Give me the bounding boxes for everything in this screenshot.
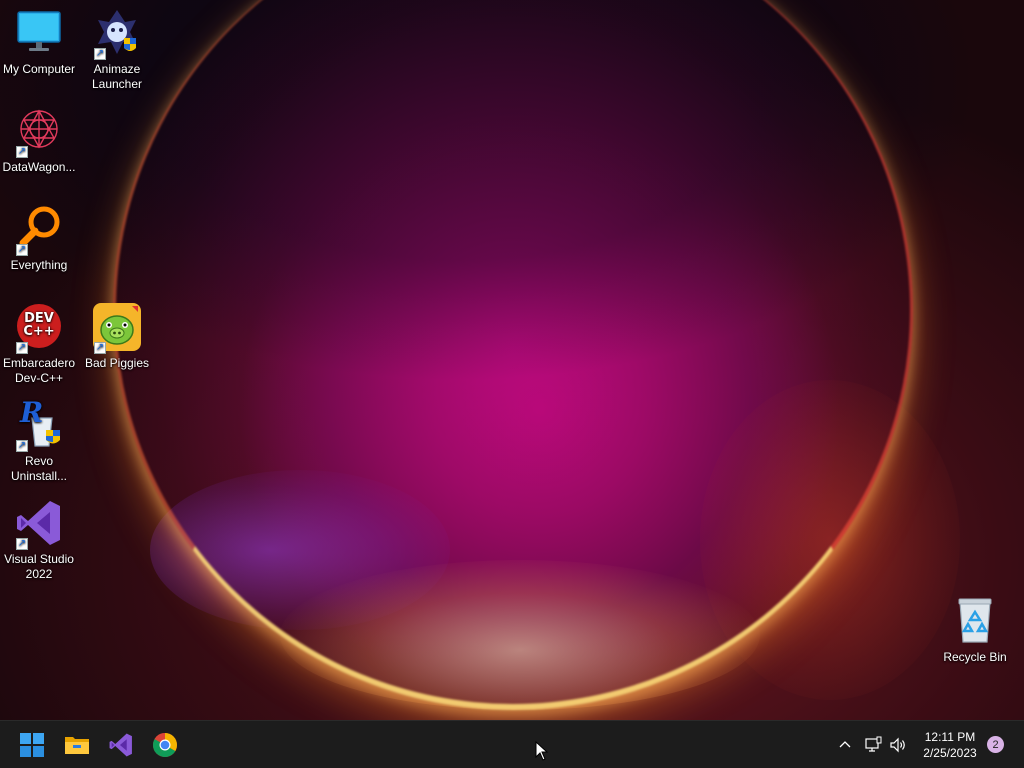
revo-badge: R <box>20 396 44 429</box>
shortcut-arrow-icon: ↗ <box>16 440 28 452</box>
recycle-bin-icon <box>950 596 1000 646</box>
shortcut-arrow-icon: ↗ <box>16 146 28 158</box>
windows-start-icon <box>20 733 44 757</box>
shortcut-arrow-icon: ↗ <box>94 342 106 354</box>
shortcut-arrow-icon: ↗ <box>16 244 28 256</box>
desktop-icon-everything[interactable]: ↗ Everything <box>0 204 78 273</box>
clock-time: 12:11 PM <box>924 730 976 744</box>
clock-date: 2/25/2023 <box>923 746 977 760</box>
network-button[interactable] <box>864 736 882 754</box>
devcpp-badge: DEV C++ <box>23 311 55 339</box>
taskbar-visual-studio-button[interactable] <box>105 729 137 761</box>
notification-badge[interactable]: 2 <box>987 736 1004 753</box>
desktop-icon-revo-uninstaller[interactable]: R ↗ Revo Uninstall... <box>0 396 78 484</box>
desktop-icon-label: Animaze Launcher <box>91 62 143 91</box>
desktop-icon-label: Recycle Bin <box>943 650 1007 664</box>
revo-uninstaller-icon: R ↗ <box>14 396 64 452</box>
volume-button[interactable] <box>889 736 907 754</box>
chevron-up-icon <box>839 741 851 748</box>
desktop-icon-label: Bad Piggies <box>84 356 150 370</box>
desktop-icon-visual-studio[interactable]: ↗ Visual Studio 2022 <box>0 498 78 582</box>
desktop-icon-label: Everything <box>10 258 68 272</box>
animaze-icon: ↗ <box>92 8 142 60</box>
desktop-icon-datawagon[interactable]: ↗ DataWagon... <box>0 106 78 175</box>
monitor-icon <box>14 8 64 58</box>
show-hidden-icons-button[interactable] <box>837 737 853 753</box>
network-icon <box>865 736 882 752</box>
desktop-icon-label: My Computer <box>2 62 76 76</box>
file-explorer-icon <box>65 737 89 754</box>
taskbar: 12:11 PM 2/25/2023 <box>0 720 1024 768</box>
desktop-icon-animaze-launcher[interactable]: ↗ Animaze Launcher <box>78 8 156 92</box>
taskbar-file-explorer-button[interactable] <box>61 729 93 761</box>
desktop-icon-bad-piggies[interactable]: ↗ Bad Piggies <box>78 302 156 371</box>
desktop-icon-recycle-bin[interactable]: Recycle Bin <box>936 596 1014 665</box>
desktop-icon-label: Embarcadero Dev-C++ <box>2 356 76 385</box>
shortcut-arrow-icon: ↗ <box>94 48 106 60</box>
desktop-icon-my-computer[interactable]: My Computer <box>0 8 78 77</box>
shortcut-arrow-icon: ↗ <box>16 538 28 550</box>
volume-icon <box>890 737 905 753</box>
desktop-icon-devcpp[interactable]: DEV C++ ↗ Embarcadero Dev-C++ <box>0 302 78 386</box>
desktop-icon-label: Visual Studio 2022 <box>4 552 74 581</box>
desktop-icon-label: DataWagon... <box>2 160 76 174</box>
datawagon-icon: ↗ <box>14 106 64 158</box>
devcpp-icon: DEV C++ ↗ <box>14 302 64 354</box>
bad-piggies-icon: ↗ <box>92 302 142 354</box>
clock-button[interactable]: 12:11 PM 2/25/2023 <box>915 729 985 761</box>
taskbar-chrome-button[interactable] <box>149 729 181 761</box>
start-button[interactable] <box>16 729 48 761</box>
shortcut-arrow-icon: ↗ <box>16 342 28 354</box>
desktop-icon-label: Revo Uninstall... <box>10 454 68 483</box>
visual-studio-icon <box>109 733 132 757</box>
chrome-icon <box>153 733 177 758</box>
magnifier-icon: ↗ <box>14 204 64 256</box>
visual-studio-icon: ↗ <box>14 498 64 550</box>
mouse-cursor-icon <box>535 740 549 766</box>
